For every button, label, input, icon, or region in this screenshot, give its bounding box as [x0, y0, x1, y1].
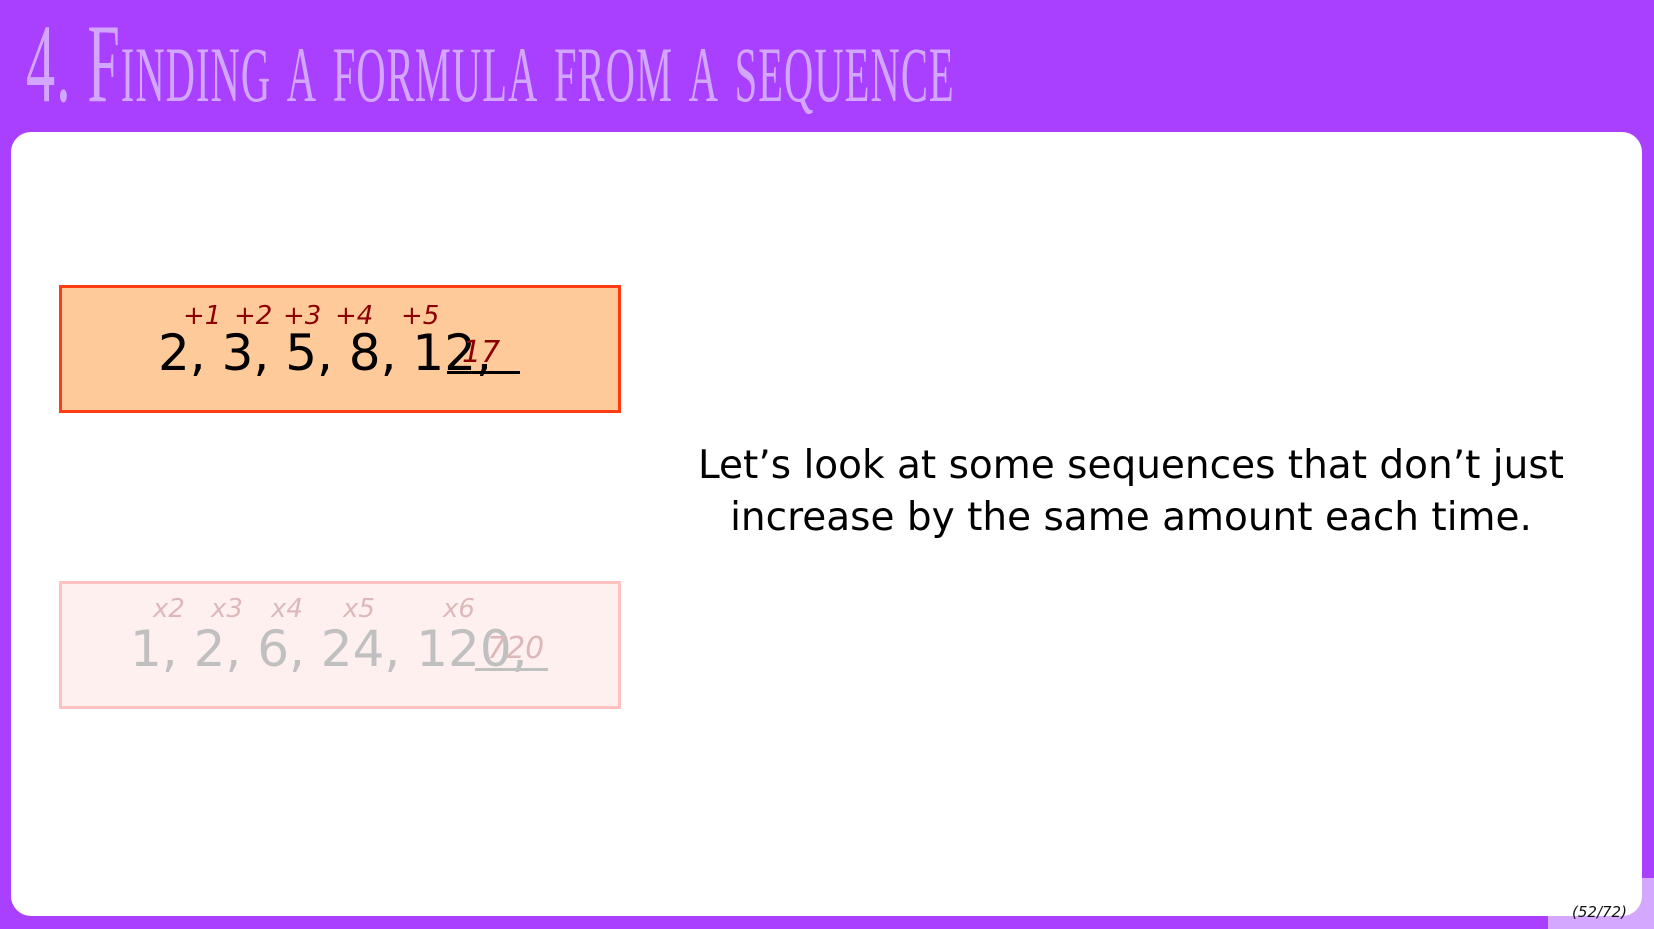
multiplier-label: x4: [271, 594, 303, 624]
difference-label: +3: [283, 301, 322, 331]
slide-title: 4. Finding a formula from a sequence: [26, 2, 955, 126]
difference-label: +1: [183, 301, 222, 331]
multiplier-label: x5: [343, 594, 375, 624]
answer-blank-line: [447, 371, 520, 374]
difference-label: +2: [234, 301, 273, 331]
sequence-2-answer: 720: [487, 631, 545, 666]
page-number: (52/72): [1572, 903, 1627, 921]
multiplier-label: x3: [211, 594, 243, 624]
sequence-1-answer: 17: [462, 335, 501, 370]
difference-label: +5: [401, 301, 440, 331]
sequence-1-terms: 2, 3, 5, 8, 12,: [158, 324, 492, 382]
multiplier-label: x2: [153, 594, 185, 624]
answer-blank-line: [475, 668, 548, 671]
slide-message: Let’s look at some sequences that don’t …: [698, 443, 1564, 540]
multiplier-label: x6: [443, 594, 475, 624]
difference-label: +4: [335, 301, 374, 331]
sequence-2-terms: 1, 2, 6, 24, 120,: [130, 620, 528, 678]
